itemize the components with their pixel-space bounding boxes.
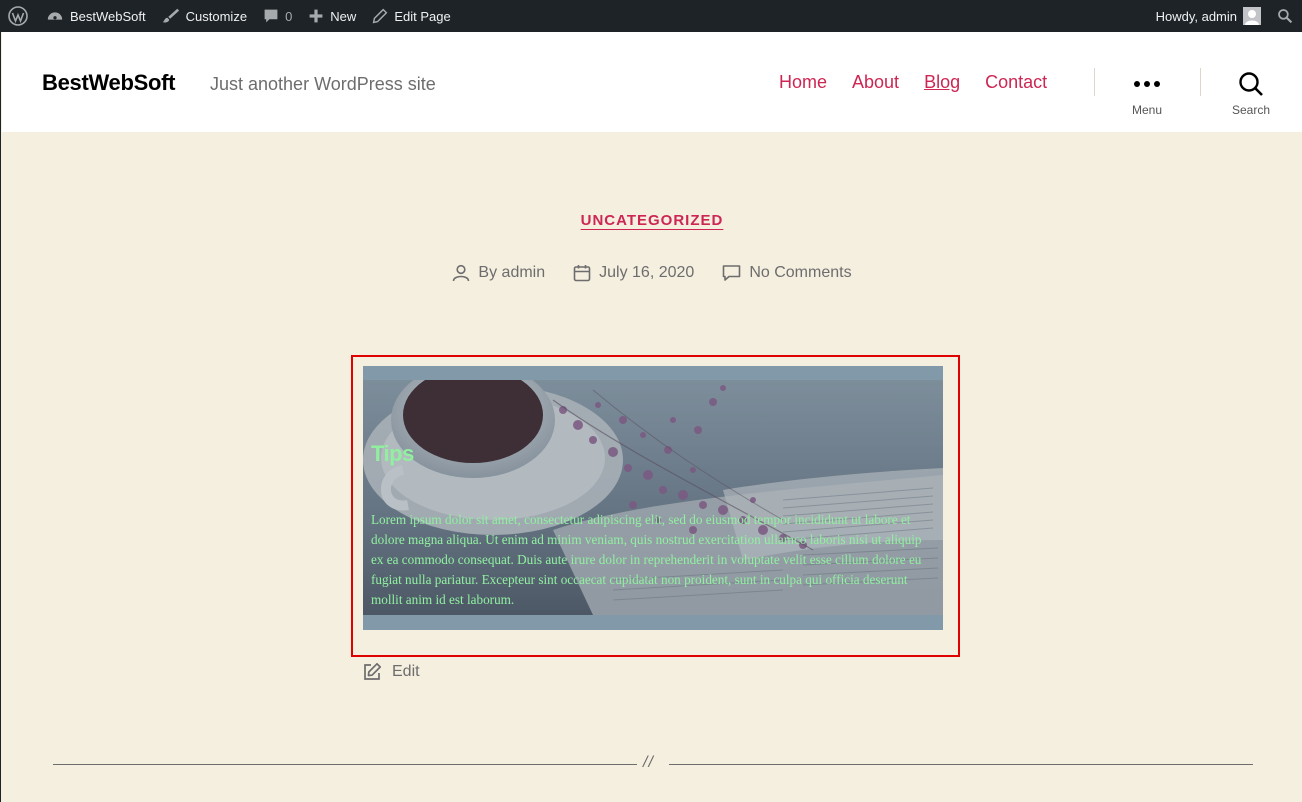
- site-description: Just another WordPress site: [210, 74, 436, 94]
- post-date: July 16, 2020: [573, 264, 694, 282]
- site-title[interactable]: BestWebSoft: [42, 70, 176, 96]
- post-meta: By admin July 16, 2020 No Comments: [1, 264, 1302, 282]
- new-content-menu[interactable]: New: [300, 0, 364, 32]
- nav-item-about[interactable]: About: [852, 72, 899, 93]
- ellipsis-icon: [1134, 81, 1160, 87]
- search-icon: [1239, 72, 1263, 96]
- comment-bubble-icon: [264, 9, 278, 23]
- post-comments: No Comments: [722, 264, 852, 282]
- site-name-menu[interactable]: BestWebSoft: [38, 0, 154, 32]
- howdy-label: Howdy, admin: [1155, 8, 1237, 24]
- wordpress-logo-menu[interactable]: [1, 0, 38, 32]
- category-link[interactable]: UNCATEGORIZED: [581, 212, 724, 229]
- new-label: New: [330, 8, 357, 24]
- plus-icon: [309, 9, 323, 23]
- nav-item-blog[interactable]: Blog: [924, 72, 960, 93]
- paintbrush-icon: [162, 8, 179, 23]
- author-link[interactable]: By admin: [478, 264, 545, 282]
- comments-link[interactable]: No Comments: [749, 264, 851, 282]
- cover-heading: Tips: [371, 441, 414, 466]
- admin-search-button[interactable]: [1269, 0, 1302, 32]
- menu-label: Menu: [1131, 103, 1163, 117]
- user-icon: [453, 264, 470, 282]
- avatar: [1243, 7, 1261, 25]
- calendar-icon: [573, 265, 591, 282]
- header-separator: [1094, 68, 1095, 96]
- menu-toggle[interactable]: Menu: [1117, 72, 1177, 117]
- edit-icon: [364, 662, 382, 680]
- cover-paragraph: Lorem ipsum dolor sit amet, consectetur …: [371, 512, 922, 607]
- section-divider-left: [53, 764, 637, 765]
- default-avatar-icon: [1245, 10, 1259, 25]
- comments-link[interactable]: 0: [255, 0, 300, 32]
- post-author: By admin: [452, 264, 545, 282]
- site-name-label: BestWebSoft: [70, 8, 146, 24]
- site-header: BestWebSoft Just another WordPress site …: [2, 32, 1302, 132]
- pencil-icon: [372, 8, 388, 24]
- dashboard-gauge-icon: [47, 12, 63, 20]
- entry-categories: UNCATEGORIZED: [1, 212, 1302, 230]
- search-icon: [1278, 9, 1293, 24]
- admin-bar: BestWebSoft Customize 0 New Edit Page Ho…: [1, 0, 1302, 32]
- primary-nav: Home About Blog Contact: [779, 72, 1047, 93]
- nav-item-home[interactable]: Home: [779, 72, 827, 93]
- my-account-menu[interactable]: Howdy, admin: [1148, 0, 1269, 32]
- customize-link[interactable]: Customize: [154, 0, 255, 32]
- search-toggle[interactable]: Search: [1221, 72, 1281, 117]
- cover-block: Tips Lorem ipsum dolor sit amet, consect…: [363, 366, 943, 630]
- edit-post-link[interactable]: Edit: [362, 662, 420, 682]
- header-separator: [1200, 68, 1201, 96]
- divider-mark: //: [643, 754, 654, 771]
- edit-label: Edit: [392, 663, 420, 680]
- customize-label: Customize: [185, 8, 248, 24]
- comment-icon: [723, 265, 741, 281]
- edit-page-link[interactable]: Edit Page: [364, 0, 458, 32]
- date-link[interactable]: July 16, 2020: [599, 264, 694, 282]
- wordpress-icon: [8, 6, 28, 26]
- comments-count: 0: [285, 8, 293, 24]
- section-divider-right: [669, 764, 1253, 765]
- nav-item-contact[interactable]: Contact: [985, 72, 1047, 93]
- search-label: Search: [1231, 103, 1271, 117]
- edit-page-label: Edit Page: [394, 8, 451, 24]
